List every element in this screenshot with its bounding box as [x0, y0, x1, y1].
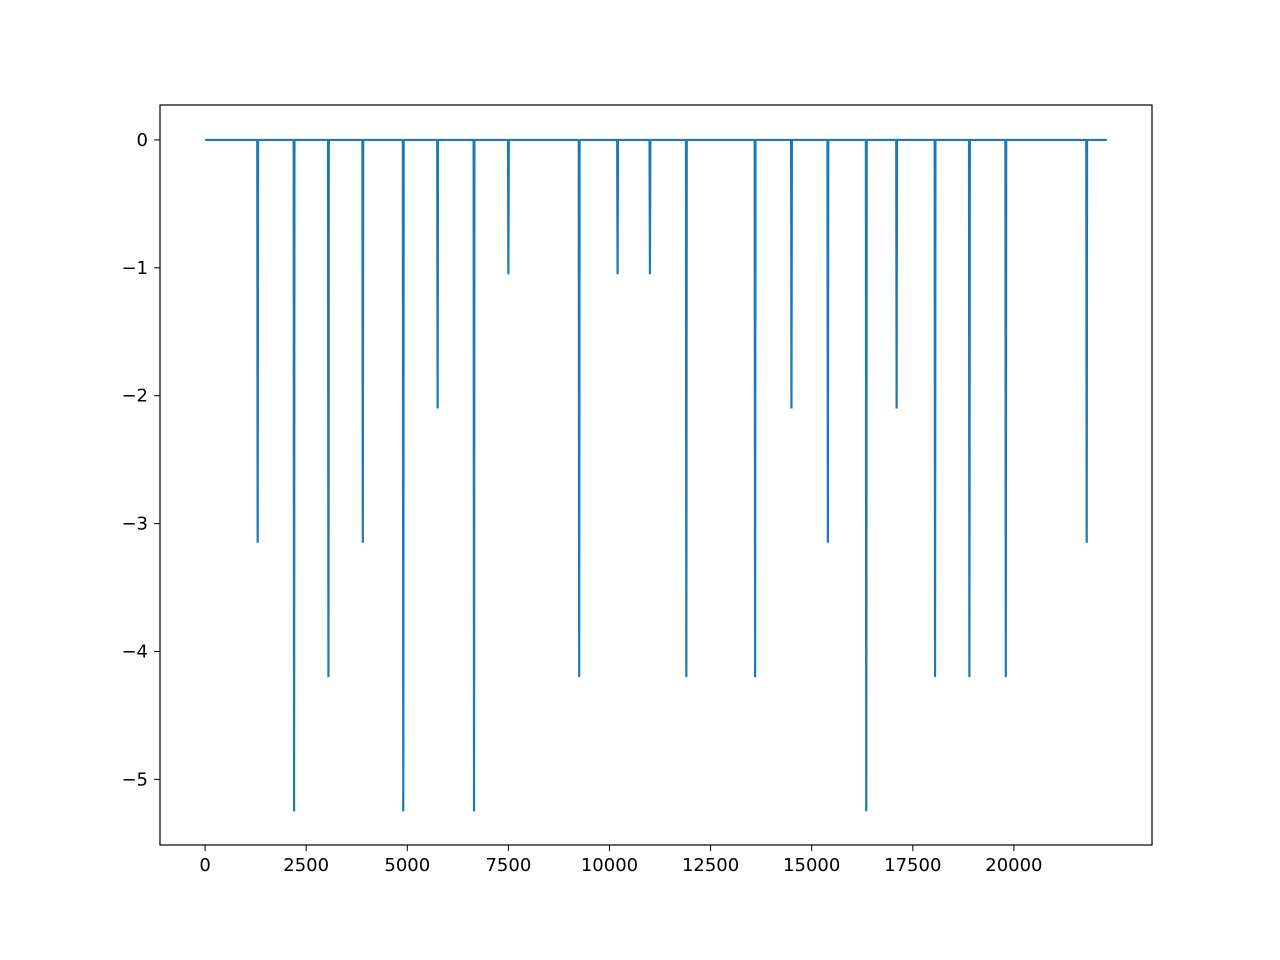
x-tick-label: 10000 [581, 855, 638, 876]
chart-svg: 0 2500 5000 7500 10000 12500 15000 17500 20000 −5… [0, 0, 1280, 960]
x-tick-label: 20000 [985, 855, 1042, 876]
y-tick-label: −1 [121, 258, 148, 279]
plot-frame [160, 105, 1152, 845]
y-tick-label: 0 [137, 130, 148, 151]
chart-container: 0 2500 5000 7500 10000 12500 15000 17500 20000 −5… [0, 0, 1280, 960]
y-tick-label: −4 [121, 641, 148, 662]
y-tick-label: −5 [121, 769, 148, 790]
y-tick-label: −2 [121, 386, 148, 407]
x-tick-label: 2500 [283, 855, 329, 876]
x-tick-label: 7500 [485, 855, 531, 876]
x-tick-label: 0 [199, 855, 210, 876]
x-tick-label: 17500 [884, 855, 941, 876]
x-tick-label: 5000 [384, 855, 430, 876]
x-tick-label: 12500 [682, 855, 739, 876]
y-tick-label: −3 [121, 514, 148, 535]
x-axis: 0 2500 5000 7500 10000 12500 15000 17500 20000 [199, 845, 1042, 876]
data-line [205, 140, 1107, 811]
y-axis: −5 −4 −3 −2 −1 0 [121, 130, 160, 790]
x-tick-label: 15000 [783, 855, 840, 876]
